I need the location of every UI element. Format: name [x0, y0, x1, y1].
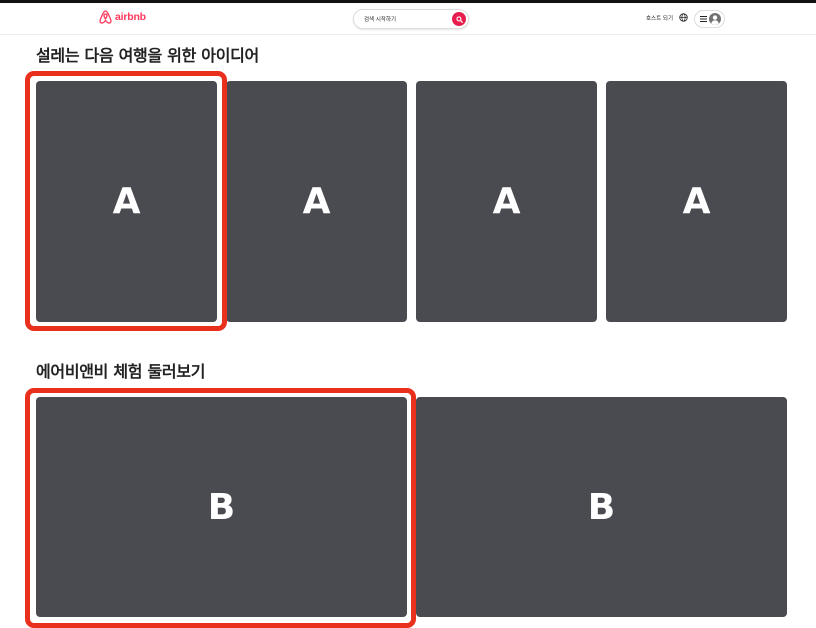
card-label: A: [112, 181, 141, 222]
card-label: A: [302, 181, 331, 222]
idea-card-4[interactable]: A: [606, 81, 787, 322]
hamburger-menu-icon: [700, 16, 707, 22]
idea-card-2[interactable]: A: [226, 81, 407, 322]
card-label: B: [587, 486, 616, 528]
experience-card-1[interactable]: B: [36, 397, 407, 617]
experience-card-2[interactable]: B: [416, 397, 787, 617]
section-title-ideas: 설레는 다음 여행을 위한 아이디어: [36, 46, 259, 65]
logo-text: airbnb: [115, 11, 146, 23]
card-label: A: [492, 181, 521, 222]
idea-card-3[interactable]: A: [416, 81, 597, 322]
globe-icon[interactable]: [679, 13, 688, 22]
card-label: A: [682, 181, 711, 222]
section-title-experiences: 에어비앤비 체험 둘러보기: [36, 362, 206, 381]
search-bar[interactable]: 검색 시작하기: [353, 9, 469, 29]
search-placeholder: 검색 시작하기: [364, 17, 397, 23]
airbnb-logo[interactable]: airbnb: [99, 10, 146, 24]
airbnb-logo-icon: [99, 10, 112, 24]
profile-menu-button[interactable]: [694, 10, 725, 28]
search-button[interactable]: [452, 12, 466, 26]
top-navigation: airbnb 검색 시작하기 호스트 되기: [0, 3, 816, 35]
search-icon: [455, 15, 463, 23]
card-label: B: [207, 486, 236, 528]
user-avatar-icon: [709, 13, 721, 25]
become-host-link[interactable]: 호스트 되기: [646, 14, 673, 22]
idea-card-1[interactable]: A: [36, 81, 217, 322]
